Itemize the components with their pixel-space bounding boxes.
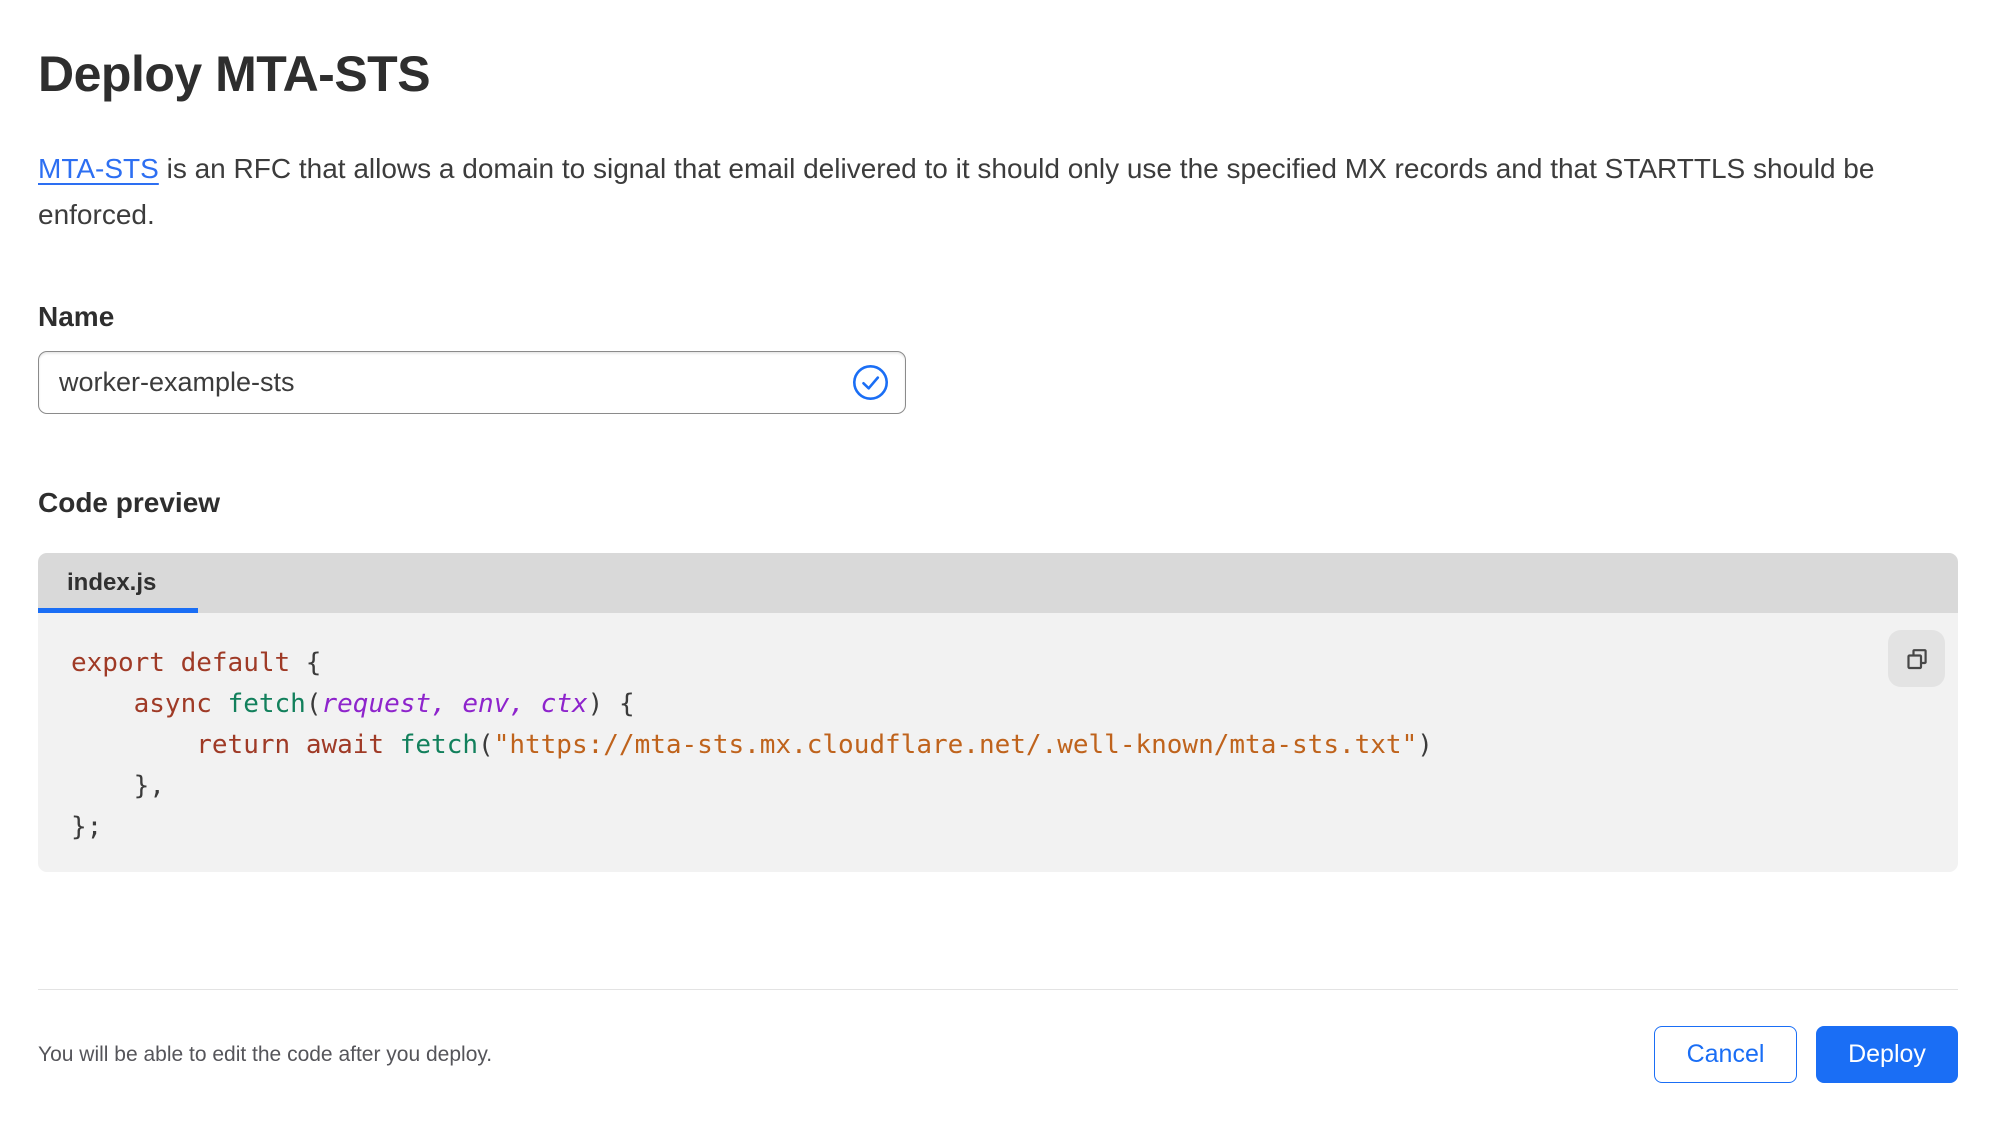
mta-sts-link[interactable]: MTA-STS — [38, 153, 159, 184]
code-line: return await fetch("https://mta-sts.mx.c… — [196, 730, 1433, 760]
name-input[interactable] — [39, 352, 852, 413]
code-line: async fetch(request, env, ctx) { — [133, 689, 635, 719]
code-line: }; — [71, 812, 103, 842]
check-circle-icon — [852, 364, 889, 401]
page-title: Deploy MTA-STS — [38, 46, 431, 102]
code-preview-label: Code preview — [38, 487, 221, 518]
code-line: export default { — [71, 648, 322, 678]
name-input-container — [38, 351, 906, 414]
footer: You will be able to edit the code after … — [38, 1026, 1958, 1083]
code-tab-bar: index.js — [38, 553, 1958, 613]
footer-divider — [38, 989, 1958, 990]
code-editor: index.js export default { async fetch(re… — [38, 553, 1958, 872]
description: MTA-STS is an RFC that allows a domain t… — [38, 146, 1938, 238]
tab-index-js[interactable]: index.js — [38, 553, 204, 613]
copy-code-button[interactable] — [1888, 630, 1945, 687]
code-content: export default { async fetch(request, en… — [71, 643, 1888, 848]
code-line: }, — [71, 771, 165, 801]
deploy-button[interactable]: Deploy — [1816, 1026, 1958, 1083]
cancel-button[interactable]: Cancel — [1654, 1026, 1797, 1083]
name-label: Name — [38, 301, 115, 332]
footer-note: You will be able to edit the code after … — [38, 1042, 493, 1066]
code-area: export default { async fetch(request, en… — [38, 613, 1958, 872]
deploy-mta-sts-page: Deploy MTA-STS MTA-STS is an RFC that al… — [0, 0, 1999, 1083]
copy-icon — [1906, 648, 1927, 669]
footer-buttons: Cancel Deploy — [1654, 1026, 1958, 1083]
description-text: is an RFC that allows a domain to signal… — [38, 153, 1875, 230]
